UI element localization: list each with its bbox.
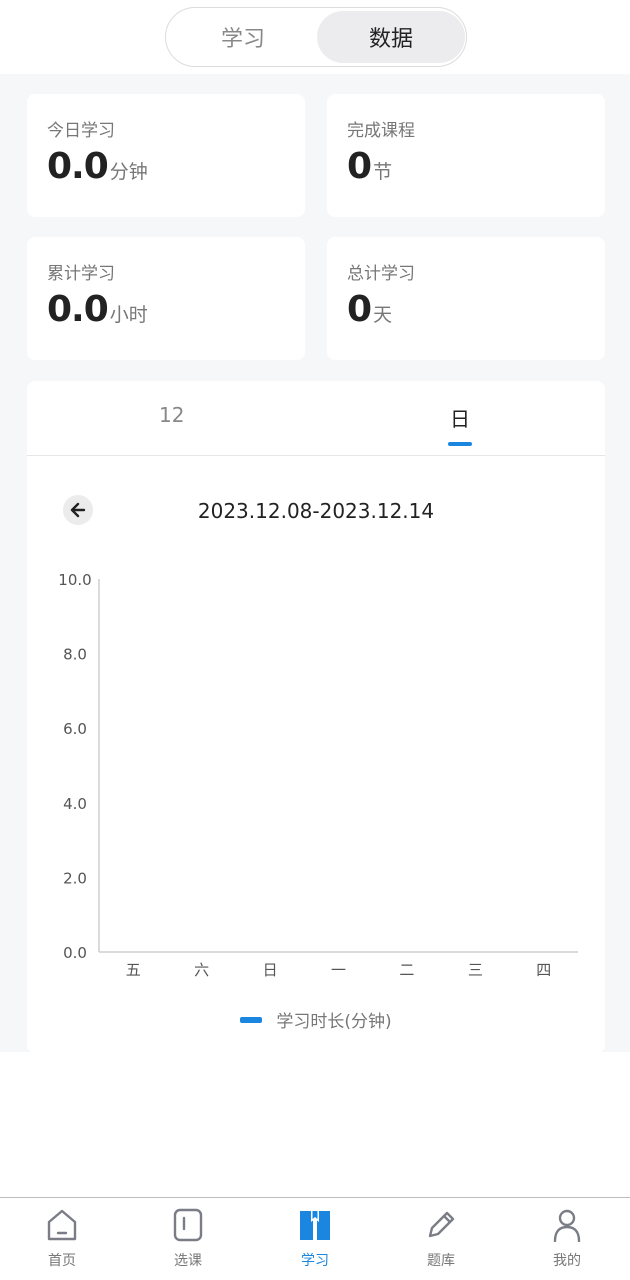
legend-label: 学习时长(分钟) — [276, 1012, 392, 1032]
stat-label: 完成课程 — [347, 121, 415, 141]
stat-unit: 天 — [373, 304, 393, 326]
stat-value: 0 节 — [347, 146, 392, 187]
x-tick-label: 一 — [331, 961, 346, 979]
tab-divider — [27, 455, 605, 456]
nav-label: 题库 — [427, 1253, 455, 1269]
home-icon — [44, 1206, 80, 1244]
nav-label: 学习 — [301, 1253, 329, 1269]
nav-label: 选课 — [174, 1253, 202, 1269]
tab-day[interactable]: 日 — [450, 403, 470, 432]
course-icon — [170, 1206, 206, 1244]
y-tick-label: 4.0 — [63, 795, 87, 813]
bar-chart: 0.0 2.0 4.0 6.0 8.0 10.0 五 六 日 一 二 三 四 — [58, 571, 578, 979]
nav-item-course[interactable]: 选课 — [148, 1206, 228, 1270]
bottom-nav: 首页 选课 学习 题库 我的 — [0, 1197, 630, 1280]
stat-card-total-days: 总计学习 0 天 — [327, 237, 605, 360]
pencil-icon — [423, 1206, 459, 1244]
x-tick-label: 三 — [468, 961, 483, 979]
segment-tab-study[interactable]: 学习 — [169, 11, 317, 63]
stat-label: 总计学习 — [347, 264, 415, 284]
book-icon — [297, 1206, 333, 1244]
user-icon — [549, 1206, 585, 1244]
x-tick-label: 五 — [126, 961, 141, 979]
stat-number: 0.0 — [47, 146, 109, 187]
nav-item-mine[interactable]: 我的 — [527, 1206, 607, 1270]
y-tick-label: 0.0 — [63, 944, 87, 962]
stat-card-accumulated: 累计学习 0.0 小时 — [27, 237, 305, 360]
chart-card: 12 日 2023.12.08-2023.12.14 0.0 2.0 4.0 6.0 8… — [27, 381, 605, 1053]
x-tick-label: 日 — [263, 961, 278, 979]
chart-legend[interactable]: 学习时长(分钟) — [27, 1007, 605, 1032]
stat-card-completed: 完成课程 0 节 — [327, 94, 605, 217]
stat-unit: 分钟 — [109, 161, 148, 183]
stat-value: 0.0 分钟 — [47, 146, 148, 187]
stat-label: 累计学习 — [47, 264, 115, 284]
nav-label: 首页 — [48, 1253, 76, 1269]
date-range: 2023.12.08-2023.12.14 — [197, 499, 435, 523]
x-tick-label: 四 — [536, 961, 551, 979]
content-area: 今日学习 0.0 分钟 完成课程 0 节 累计学习 0.0 小时 总计学习 0 … — [0, 74, 630, 1053]
stat-value: 0 天 — [347, 289, 392, 330]
nav-item-home[interactable]: 首页 — [22, 1206, 102, 1270]
y-tick-label: 6.0 — [63, 720, 87, 738]
stat-unit: 小时 — [109, 304, 148, 326]
stat-number: 0 — [347, 289, 372, 330]
stat-value: 0.0 小时 — [47, 289, 148, 330]
segment-switch: 学习 数据 — [165, 7, 467, 67]
stat-label: 今日学习 — [47, 121, 115, 141]
nav-item-study[interactable]: 学习 — [275, 1206, 355, 1270]
segment-tab-data[interactable]: 数据 — [317, 11, 465, 63]
legend-swatch — [240, 1016, 263, 1023]
stat-unit: 节 — [373, 161, 393, 183]
y-tick-label: 2.0 — [63, 869, 87, 887]
tab-month[interactable]: 12 — [159, 403, 184, 427]
tab-active-indicator — [448, 442, 472, 446]
y-tick-label: 10.0 — [58, 571, 91, 589]
top-bar: 学习 数据 — [0, 0, 630, 74]
nav-label: 我的 — [553, 1253, 581, 1269]
stat-card-today: 今日学习 0.0 分钟 — [27, 94, 305, 217]
x-tick-label: 六 — [194, 961, 209, 979]
x-tick-label: 二 — [399, 961, 414, 979]
nav-item-question-bank[interactable]: 题库 — [401, 1206, 481, 1270]
stat-number: 0 — [347, 146, 372, 187]
stat-number: 0.0 — [47, 289, 109, 330]
y-tick-label: 8.0 — [63, 646, 87, 664]
